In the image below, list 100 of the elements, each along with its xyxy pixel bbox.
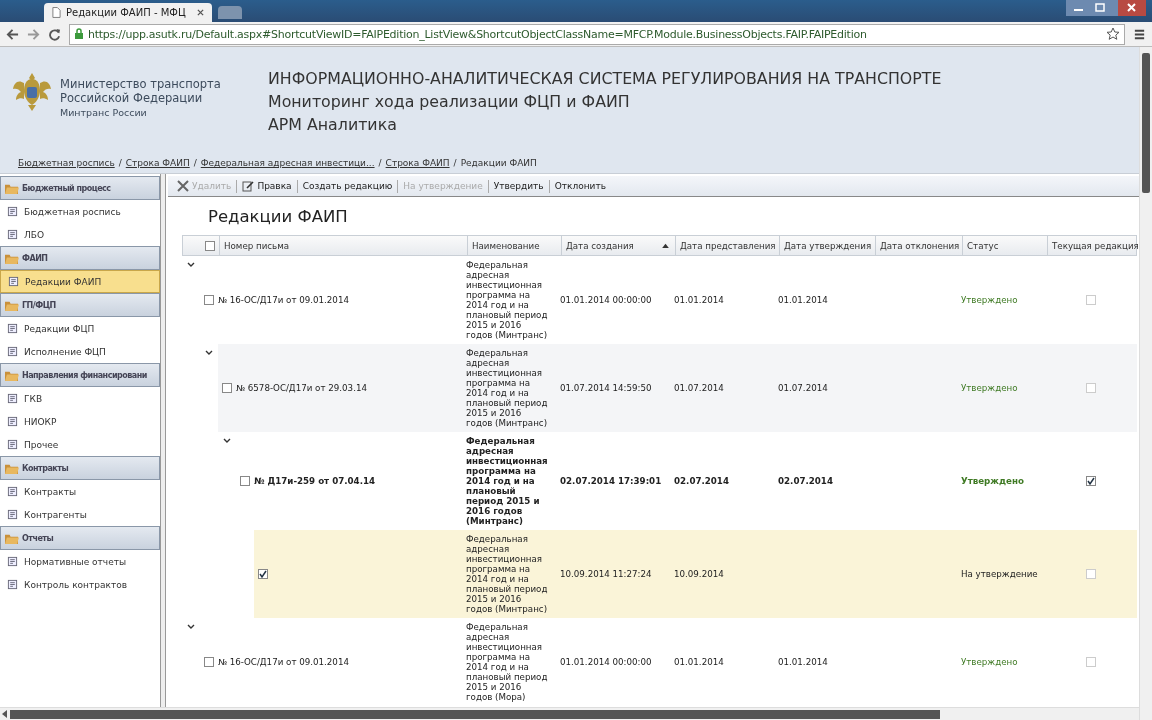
reload-icon[interactable] [48, 27, 61, 41]
sidebar-item[interactable]: Редакции ФАИП [0, 270, 160, 293]
horizontal-scrollbar[interactable] [0, 707, 1139, 720]
page-title: Редакции ФАИП [207, 205, 349, 228]
breadcrumb-separator: / [453, 158, 457, 168]
row-checkbox[interactable] [240, 476, 250, 486]
column-header[interactable]: Дата представления [675, 236, 779, 255]
sidebar-group-header[interactable]: Контракты [0, 456, 160, 480]
table-cell: 10.09.2014 11:27:24 [560, 569, 652, 579]
document-icon [7, 229, 18, 240]
column-header[interactable]: Дата отклонения [875, 236, 962, 255]
sidebar-group-header[interactable]: ГП/ФЦП [0, 293, 160, 317]
sidebar-item[interactable]: ЛБО [0, 223, 160, 246]
collapse-icon[interactable] [187, 624, 195, 630]
sidebar-item[interactable]: ГКВ [0, 387, 160, 410]
star-icon[interactable] [1106, 27, 1120, 41]
sidebar-item[interactable]: Редакции ФЦП [0, 317, 160, 340]
breadcrumb-link[interactable]: Бюджетная роспись [18, 158, 115, 168]
document-icon [7, 206, 18, 217]
status-text: Утверждено [961, 476, 1024, 486]
document-icon [8, 276, 19, 287]
table-cell-text: Федеральная адресная инвестиционная программа на 2014 год и на плановый период 2015 и 2016 годов (Минтранс) [465, 259, 549, 342]
page-icon [52, 7, 61, 18]
breadcrumb-separator: / [118, 158, 122, 168]
table-cell: 01.01.2014 00:00:00 [560, 657, 652, 667]
close-icon[interactable] [196, 9, 204, 16]
collapse-icon[interactable] [223, 438, 231, 444]
table-cell: 01.01.2014 00:00:00 [560, 295, 652, 305]
select-all-checkbox[interactable] [205, 240, 215, 251]
table-cell: № Д17и-259 от 07.04.14 [254, 476, 376, 486]
sidebar-item[interactable]: Прочее [0, 433, 160, 456]
ministry-short-name: Минтранс России [60, 107, 148, 118]
sidebar-item[interactable]: Нормативные отчеты [0, 550, 160, 573]
column-header[interactable]: Наименование [467, 236, 561, 255]
status-text: Утверждено [961, 295, 1018, 305]
left-arrow-icon[interactable] [2, 710, 8, 718]
document-icon [7, 323, 18, 334]
address-field[interactable]: https://upp.asutk.ru/Default.aspx#ShortcutViewID=FAIPEdition_ListView&ShortcutObjectClassName=MFCP.Module.BusinessObjects.FAIP.FAIPEdition [69, 23, 1125, 45]
breadcrumb-link[interactable]: Федеральная адресная инвестици... [200, 158, 375, 168]
ministry-name: Российской Федерации [60, 91, 204, 105]
document-icon [7, 579, 18, 590]
document-icon [7, 393, 18, 404]
sidebar-item[interactable]: Контрагенты [0, 503, 160, 526]
sidebar-group-header[interactable]: Направления финансировани [0, 363, 160, 387]
document-icon [7, 346, 18, 357]
toolbar-button[interactable]: Утвердить [488, 177, 549, 195]
table-cell: № 16-ОС/Д17и от 09.01.2014 [218, 657, 349, 667]
table-row[interactable]: № Д17и-259 от 07.04.14 Федеральная адресная инвестиционная программа на 2014 год и на плановый период 2015 и 2016 годов (Минтранс) 02.07.2014 17:39:01 02.07.2014 02.07.2014 Утверждено [236, 432, 1137, 530]
column-header[interactable]: Дата создания [561, 236, 675, 255]
table-cell-text: Федеральная адресная инвестиционная программа на 2014 год и на плановый период 2015 и 2016 годов (Минтранс) [465, 435, 549, 528]
breadcrumb-current: Редакции ФАИП [460, 158, 537, 168]
collapse-icon[interactable] [205, 350, 213, 356]
table-row[interactable]: № 16-ОС/Д17и от 09.01.2014 Федеральная адресная инвестиционная программа на 2014 год и на плановый период 2015 и 2016 годов (Мора) 01.01.2014 00:00:00 01.01.2014 01.01.2014 Утверждено [200, 618, 1137, 706]
status-text: Утверждено [961, 383, 1018, 393]
sidebar-group-header[interactable]: Бюджетный процесс [0, 176, 160, 200]
row-checkbox[interactable] [204, 657, 214, 667]
toolbar-button[interactable]: Создать редакцию [297, 177, 398, 195]
browser-tab[interactable]: Редакции ФАИП - МФЦ [44, 3, 212, 22]
toolbar-button[interactable]: Отклонить [549, 177, 611, 195]
document-icon [7, 509, 18, 520]
column-header[interactable]: Дата утверждения [779, 236, 875, 255]
collapse-icon[interactable] [187, 262, 195, 268]
table-cell: 02.07.2014 17:39:01 [560, 476, 662, 486]
sidebar-item[interactable]: Бюджетная роспись [0, 200, 160, 223]
sidebar-item[interactable]: Контракты [0, 480, 160, 503]
table-cell: 02.07.2014 [778, 476, 833, 486]
vertical-scrollbar[interactable] [1139, 47, 1152, 720]
breadcrumb-link[interactable]: Строка ФАИП [385, 158, 450, 168]
table-row[interactable]: № 16-ОС/Д17и от 09.01.2014 Федеральная адресная инвестиционная программа на 2014 год и на плановый период 2015 и 2016 годов (Минтранс) 01.01.2014 00:00:00 01.01.2014 01.01.2014 Утверждено [200, 256, 1137, 344]
table-cell-text: Федеральная адресная инвестиционная программа на 2014 год и на плановый период 2015 и 2016 годов (Минтранс) [465, 347, 549, 430]
browser-tab[interactable] [217, 6, 242, 19]
document-icon [7, 439, 18, 450]
sidebar-group-header[interactable]: Отчеты [0, 526, 160, 550]
lock-icon [74, 28, 84, 40]
table-cell: 01.07.2014 14:59:50 [560, 383, 652, 393]
document-icon [7, 416, 18, 427]
system-title: Мониторинг хода реализации ФЦП и ФАИП [268, 91, 631, 113]
row-checkbox[interactable] [222, 383, 232, 393]
system-title: ИНФОРМАЦИОННО-АНАЛИТИЧЕСКАЯ СИСТЕМА РЕГУЛИРОВАНИЯ НА ТРАНСПОРТЕ [268, 68, 942, 90]
column-header[interactable]: Номер письма [219, 236, 467, 255]
table-cell: 02.07.2014 [674, 476, 729, 486]
sidebar-item[interactable]: НИОКР [0, 410, 160, 433]
sidebar-group-header[interactable]: ФАИП [0, 246, 160, 270]
edit-button[interactable]: Правка [237, 177, 297, 195]
sidebar-item[interactable]: Контроль контрактов [0, 573, 160, 596]
column-header[interactable]: Статус [962, 236, 1047, 255]
menu-icon[interactable] [1133, 27, 1146, 41]
system-title: АРМ Аналитика [268, 114, 398, 136]
row-checkbox[interactable] [258, 569, 268, 579]
sidebar-item[interactable]: Исполнение ФЦП [0, 340, 160, 363]
breadcrumb-link[interactable]: Строка ФАИП [125, 158, 190, 168]
window-controls-drawing[interactable] [1066, 0, 1146, 18]
table-row[interactable]: № 6578-ОС/Д17и от 29.03.14 Федеральная адресная инвестиционная программа на 2014 год и на плановый период 2015 и 2016 годов (Минтранс) 01.07.2014 14:59:50 01.07.2014 01.07.2014 Утверждено [218, 344, 1137, 432]
back-icon[interactable] [6, 27, 19, 41]
table-cell: 01.07.2014 [778, 383, 828, 393]
table-cell: № 16-ОС/Д17и от 09.01.2014 [218, 295, 349, 305]
row-checkbox[interactable] [204, 295, 214, 305]
table-cell: 01.01.2014 [674, 295, 724, 305]
table-cell: 01.01.2014 [778, 657, 828, 667]
table-row[interactable]: Федеральная адресная инвестиционная программа на 2014 год и на плановый период 2015 и 2016 годов (Минтранс) 10.09.2014 11:27:24 10.09.2014 На утверждение [254, 530, 1137, 618]
